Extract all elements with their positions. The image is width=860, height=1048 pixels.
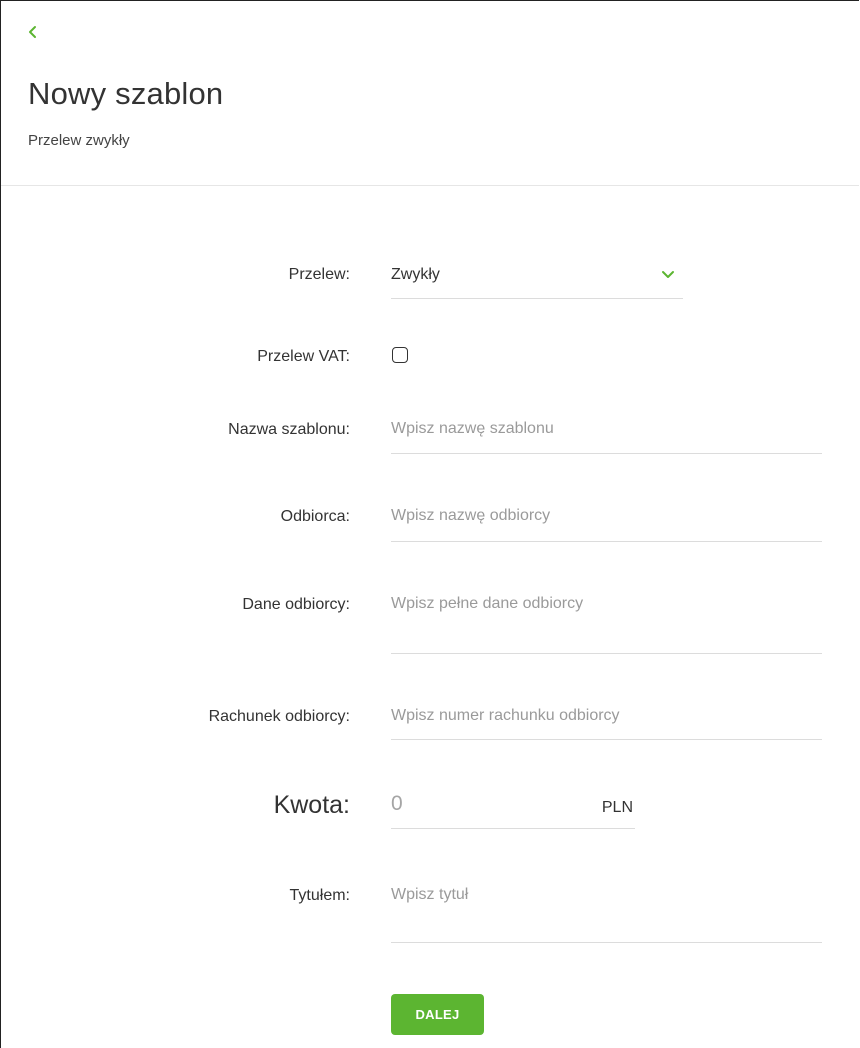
- recipient-details-label: Dane odbiorcy:: [242, 596, 350, 613]
- header-divider: [1, 185, 859, 186]
- recipient-details-textarea[interactable]: Wpisz pełne dane odbiorcy: [391, 588, 822, 654]
- amount-value: 0: [391, 792, 403, 815]
- recipient-account-placeholder: Wpisz numer rachunku odbiorcy: [391, 707, 620, 724]
- vat-label: Przelew VAT:: [257, 348, 350, 365]
- page-subtitle: Przelew zwykły: [28, 132, 130, 149]
- page-title: Nowy szablon: [28, 76, 224, 111]
- recipient-label: Odbiorca:: [280, 508, 350, 525]
- transfer-type-label: Przelew:: [288, 266, 350, 283]
- recipient-account-input[interactable]: Wpisz numer rachunku odbiorcy: [391, 700, 822, 740]
- amount-input[interactable]: 0 PLN: [391, 786, 635, 829]
- title-placeholder: Wpisz tytuł: [391, 886, 469, 903]
- recipient-input[interactable]: Wpisz nazwę odbiorcy: [391, 500, 822, 542]
- chevron-down-icon: [662, 271, 674, 278]
- back-button[interactable]: [24, 22, 44, 42]
- next-button[interactable]: DALEJ: [391, 994, 484, 1035]
- recipient-details-placeholder: Wpisz pełne dane odbiorcy: [391, 595, 584, 612]
- vat-checkbox[interactable]: [392, 347, 408, 363]
- recipient-placeholder: Wpisz nazwę odbiorcy: [391, 507, 551, 524]
- currency-label: PLN: [601, 799, 633, 816]
- title-label: Tytułem:: [289, 887, 350, 904]
- template-name-input[interactable]: Wpisz nazwę szablonu: [391, 412, 822, 454]
- transfer-type-value: Zwykły: [391, 266, 440, 283]
- title-textarea[interactable]: Wpisz tytuł: [391, 879, 822, 943]
- amount-label: Kwota:: [273, 791, 350, 819]
- transfer-type-select[interactable]: Zwykły: [391, 258, 683, 299]
- chevron-left-icon: [29, 26, 36, 38]
- template-name-label: Nazwa szablonu:: [228, 421, 350, 438]
- template-name-placeholder: Wpisz nazwę szablonu: [391, 420, 554, 437]
- recipient-account-label: Rachunek odbiorcy:: [208, 708, 350, 725]
